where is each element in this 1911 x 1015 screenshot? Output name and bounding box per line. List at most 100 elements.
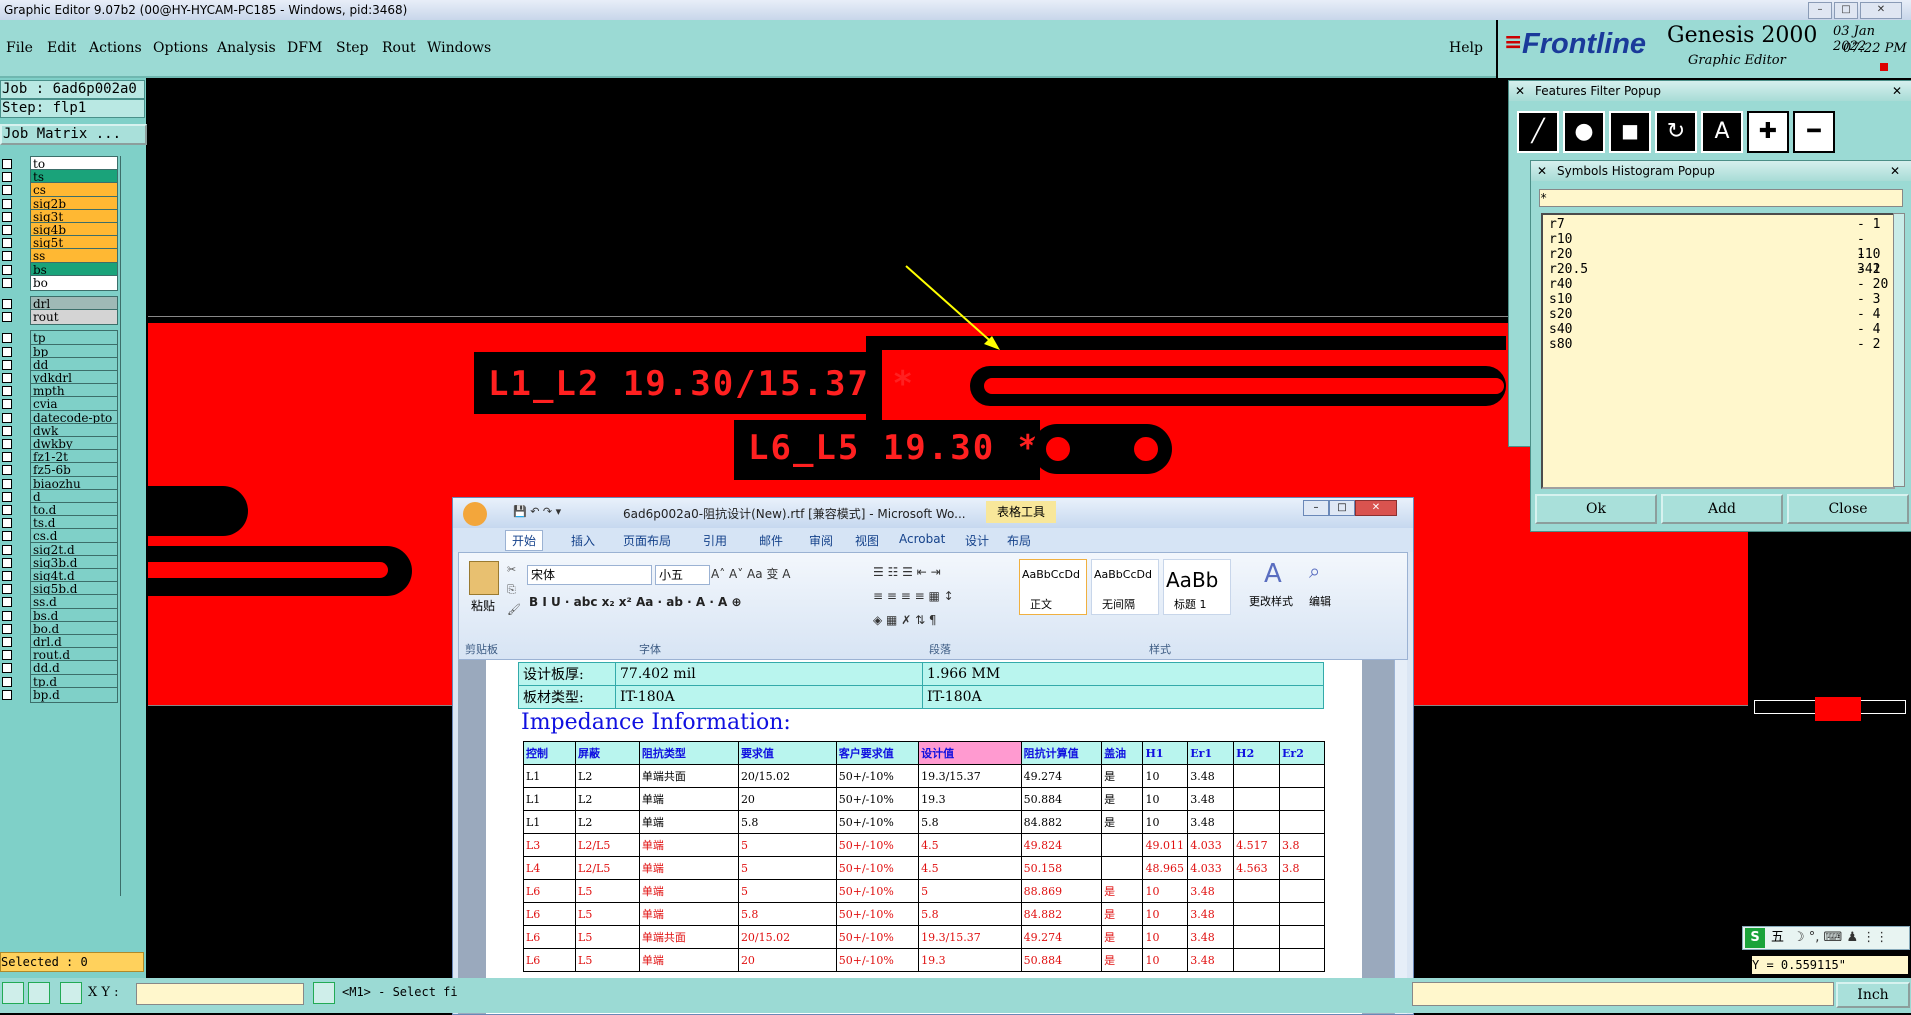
table-cell[interactable]: L6 bbox=[522, 879, 577, 903]
symbol-list[interactable]: r7- 1 r10- 110 r20- 341 r20.5- 2 r40- 20 s10-… bbox=[1541, 213, 1895, 489]
layer-checkbox[interactable] bbox=[2, 676, 12, 687]
table-cell[interactable]: 3.8 bbox=[1279, 856, 1325, 880]
ribbon-tab[interactable]: 开始 bbox=[505, 530, 544, 551]
units-button[interactable]: Inch bbox=[1836, 982, 1910, 1008]
table-cell[interactable] bbox=[1233, 810, 1281, 834]
table-cell[interactable]: 88.869 bbox=[1020, 879, 1103, 903]
layer-checkbox[interactable] bbox=[2, 312, 12, 323]
layer-row[interactable]: rout bbox=[0, 309, 118, 326]
cut-icon[interactable]: ✂ bbox=[507, 563, 516, 576]
table-cell[interactable]: 3.48 bbox=[1187, 764, 1235, 788]
layer-checkbox[interactable] bbox=[2, 491, 12, 502]
table-cell[interactable]: 19.3/15.37 bbox=[918, 925, 1022, 949]
layer-checkbox[interactable] bbox=[2, 172, 12, 183]
office-button-icon[interactable] bbox=[463, 502, 487, 526]
table-cell[interactable]: 4.033 bbox=[1187, 833, 1235, 857]
table-cell[interactable]: 19.3 bbox=[918, 948, 1022, 972]
table-cell[interactable]: 是 bbox=[1101, 764, 1144, 788]
table-cell[interactable]: 单端 bbox=[638, 856, 739, 880]
grow-shrink-font-icon[interactable]: A˄ A˅ Aa 变 A bbox=[711, 565, 790, 582]
ribbon-tab[interactable]: 页面布局 bbox=[623, 532, 671, 549]
table-cell[interactable] bbox=[1279, 787, 1325, 811]
table-cell[interactable] bbox=[1279, 902, 1325, 926]
word-vertical-scrollbar[interactable] bbox=[1394, 660, 1407, 1014]
menu-analysis[interactable]: Analysis bbox=[217, 40, 276, 56]
table-cell[interactable] bbox=[1279, 948, 1325, 972]
table-cell[interactable]: 3.8 bbox=[1279, 833, 1325, 857]
table-cell[interactable]: 49.274 bbox=[1020, 925, 1103, 949]
table-cell[interactable]: 单端共面 bbox=[638, 764, 739, 788]
layer-checkbox[interactable] bbox=[2, 159, 12, 169]
table-cell[interactable]: 单端 bbox=[638, 902, 739, 926]
close-window-button[interactable]: ✕ bbox=[1860, 2, 1902, 19]
quick-style-item[interactable]: AaBbCcDd 正文 bbox=[1019, 559, 1087, 615]
copy-icon[interactable]: ⎘ bbox=[507, 583, 516, 597]
alignment-icons[interactable]: ≡ ≡ ≡ ≡ ▦ ↕ bbox=[873, 589, 954, 603]
pad-tool-icon[interactable]: ● bbox=[1563, 111, 1605, 153]
table-cell[interactable]: 单端 bbox=[638, 948, 739, 972]
table-cell[interactable]: 84.882 bbox=[1020, 810, 1103, 834]
ime-toolbar[interactable]: S 五 ☽ °, ⌨ ♟ ⋮⋮ bbox=[1742, 926, 1910, 950]
maximize-button[interactable]: □ bbox=[1834, 2, 1858, 19]
menu-windows[interactable]: Windows bbox=[427, 40, 491, 56]
table-cell[interactable]: 50+/-10% bbox=[835, 810, 920, 834]
table-cell[interactable]: 10 bbox=[1142, 879, 1189, 903]
layer-checkbox[interactable] bbox=[2, 198, 12, 209]
table-cell[interactable]: 3.48 bbox=[1187, 810, 1235, 834]
sogou-icon[interactable]: S bbox=[1745, 928, 1765, 948]
layer-checkbox[interactable] bbox=[2, 346, 12, 357]
menu-actions[interactable]: Actions bbox=[89, 40, 142, 56]
table-cell[interactable]: L2 bbox=[575, 787, 640, 811]
table-cell[interactable]: 是 bbox=[1101, 902, 1144, 926]
close-button[interactable]: Close bbox=[1787, 494, 1909, 524]
table-cell[interactable]: 50+/-10% bbox=[835, 787, 920, 811]
menu-rout[interactable]: Rout bbox=[382, 40, 416, 56]
xy-input[interactable] bbox=[136, 983, 304, 1005]
change-styles-label[interactable]: 更改样式 bbox=[1249, 593, 1293, 609]
line-tool-icon[interactable]: ╱ bbox=[1517, 111, 1559, 153]
table-cell[interactable]: 20/15.02 bbox=[737, 925, 837, 949]
layer-checkbox[interactable] bbox=[2, 399, 12, 410]
layer-name[interactable]: rout bbox=[30, 309, 118, 326]
ime-mode-label[interactable]: 五 bbox=[1771, 927, 1784, 949]
table-cell[interactable]: 3.48 bbox=[1187, 925, 1235, 949]
table-cell[interactable]: L5 bbox=[575, 925, 640, 949]
table-cell[interactable]: 4.563 bbox=[1233, 856, 1281, 880]
table-row[interactable]: L6 L5 单端共面 20/15.02 50+/-10% 19.3/15.37 49.274… bbox=[522, 925, 1325, 949]
layer-checkbox[interactable] bbox=[2, 185, 12, 196]
table-cell[interactable]: L6 bbox=[522, 902, 577, 926]
table-cell[interactable]: 49.824 bbox=[1020, 833, 1103, 857]
table-cell[interactable]: 49.011 bbox=[1142, 833, 1189, 857]
table-cell[interactable]: 50+/-10% bbox=[835, 856, 920, 880]
table-cell[interactable]: 50+/-10% bbox=[835, 879, 920, 903]
table-cell[interactable]: L6 bbox=[522, 948, 577, 972]
table-cell[interactable]: L5 bbox=[575, 902, 640, 926]
table-cell[interactable]: 48.965 bbox=[1142, 856, 1189, 880]
change-styles-icon[interactable]: A bbox=[1264, 559, 1282, 589]
table-cell[interactable]: 3.48 bbox=[1187, 787, 1235, 811]
minimize-button[interactable]: – bbox=[1808, 2, 1832, 19]
table-cell[interactable] bbox=[1233, 948, 1281, 972]
layer-checkbox[interactable] bbox=[2, 452, 12, 463]
table-cell[interactable]: 5 bbox=[737, 856, 837, 880]
table-cell[interactable] bbox=[1279, 925, 1325, 949]
table-cell[interactable]: 5.8 bbox=[918, 902, 1022, 926]
layer-checkbox[interactable] bbox=[2, 333, 12, 344]
text-tool-icon[interactable]: A bbox=[1701, 111, 1743, 153]
layer-checkbox[interactable] bbox=[2, 264, 12, 275]
layer-name[interactable]: bo bbox=[30, 274, 118, 291]
info-icon[interactable] bbox=[313, 982, 335, 1004]
layer-checkbox[interactable] bbox=[2, 531, 12, 542]
table-cell[interactable]: 3.48 bbox=[1187, 902, 1235, 926]
quick-style-item[interactable]: AaBb 标题 1 bbox=[1163, 559, 1231, 615]
ok-button[interactable]: Ok bbox=[1535, 494, 1657, 524]
table-cell[interactable]: L2 bbox=[575, 810, 640, 834]
layer-checkbox[interactable] bbox=[2, 277, 12, 288]
snap-tool-icon[interactable] bbox=[2, 982, 24, 1004]
layer-checkbox[interactable] bbox=[2, 571, 12, 581]
layer-checkbox[interactable] bbox=[2, 557, 12, 568]
impedance-table[interactable]: 控制 屏蔽 阻抗类型 要求值 客户要求值 设计值 阻抗计算值 盖油 H1 Er1 H2 Er2 L1 L2… bbox=[522, 741, 1325, 972]
ribbon-tab[interactable]: Acrobat bbox=[899, 532, 945, 546]
arc-tool-icon[interactable]: ↻ bbox=[1655, 111, 1697, 153]
symbols-histogram-close-icon[interactable]: ✕ bbox=[1890, 161, 1900, 181]
